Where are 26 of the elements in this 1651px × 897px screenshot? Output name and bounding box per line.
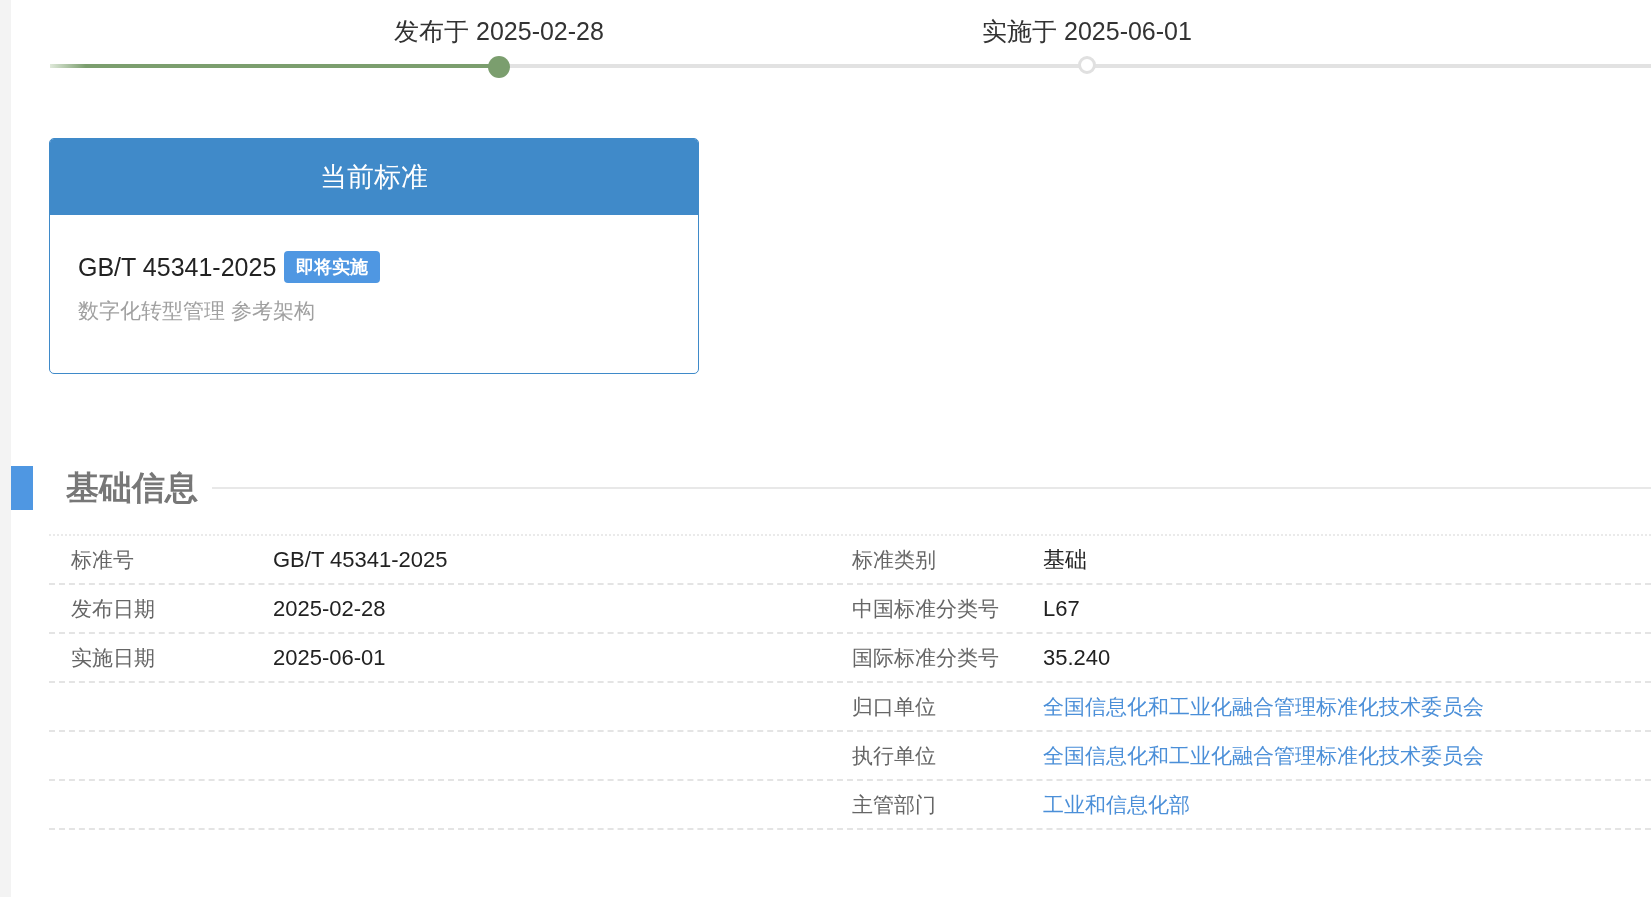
field-label: 发布日期 [70, 595, 156, 623]
section-title: 基础信息 [66, 467, 198, 508]
field-label: 中国标准分类号 [851, 595, 1000, 623]
standard-code: GB/T 45341-2025 [78, 252, 277, 282]
field-label: 标准号 [70, 546, 135, 574]
field-value: GB/T 45341-2025 [273, 546, 449, 573]
field-value: 基础 [1043, 545, 1088, 574]
card-header: 当前标准 [50, 139, 698, 215]
field-link[interactable]: 工业和信息化部 [1043, 792, 1190, 817]
field-label: 执行单位 [851, 742, 937, 770]
milestone-label: 实施于 2025-06-01 [982, 16, 1192, 46]
field-value: 35.240 [1043, 644, 1112, 671]
standard-name: 数字化转型管理 参考架构 [78, 298, 316, 324]
field-label: 主管部门 [851, 791, 937, 819]
section-marker [11, 466, 33, 510]
field-link[interactable]: 全国信息化和工业化融合管理标准化技术委员会 [1043, 694, 1484, 719]
field-label: 归口单位 [851, 693, 937, 721]
field-label: 标准类别 [851, 546, 937, 574]
field-value: 2025-02-28 [273, 595, 387, 622]
field-value: L67 [1043, 595, 1081, 622]
field-link[interactable]: 全国信息化和工业化融合管理标准化技术委员会 [1043, 743, 1484, 768]
field-label: 实施日期 [70, 644, 156, 672]
field-value: 2025-06-01 [273, 644, 387, 671]
status-badge: 即将实施 [284, 251, 381, 283]
field-label: 国际标准分类号 [851, 644, 1000, 672]
milestone-label: 发布于 2025-02-28 [394, 16, 604, 46]
